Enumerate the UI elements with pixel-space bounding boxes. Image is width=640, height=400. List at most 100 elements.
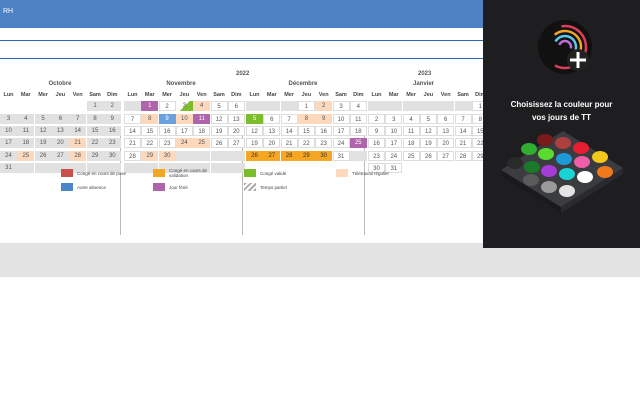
calendar-day[interactable]: 9 <box>368 126 385 136</box>
calendar-day[interactable]: 13 <box>437 126 455 136</box>
calendar-day[interactable]: 24 <box>175 138 193 148</box>
calendar-day[interactable]: 17 <box>385 138 403 148</box>
calendar-day[interactable]: 6 <box>263 114 281 124</box>
calendar-day[interactable]: 9 <box>158 114 176 124</box>
calendar-day[interactable]: 28 <box>124 151 141 161</box>
calendar-day[interactable]: 9 <box>315 114 333 124</box>
calendar-day[interactable]: 20 <box>437 138 455 148</box>
calendar-day[interactable]: 3 <box>175 101 193 111</box>
calendar-day[interactable]: 17 <box>0 138 17 148</box>
calendar-day[interactable]: 19 <box>419 138 437 148</box>
calendar-day[interactable]: 5 <box>34 114 52 124</box>
calendar-day[interactable]: 26 <box>419 151 437 161</box>
calendar-day[interactable]: 13 <box>263 126 281 136</box>
calendar-day[interactable]: 2 <box>315 101 333 111</box>
calendar-day[interactable]: 12 <box>246 126 263 136</box>
calendar-day[interactable]: 19 <box>34 138 52 148</box>
calendar-day[interactable]: 16 <box>158 126 176 136</box>
calendar-day[interactable]: 30 <box>315 151 333 161</box>
calendar-day[interactable]: 25 <box>17 151 35 161</box>
calendar-day[interactable]: 14 <box>124 126 141 136</box>
calendar-day[interactable]: 12 <box>34 126 52 136</box>
calendar-day[interactable]: 5 <box>210 101 228 111</box>
calendar-day[interactable]: 6 <box>437 114 455 124</box>
calendar-day[interactable]: 4 <box>402 114 420 124</box>
calendar-day[interactable]: 6 <box>227 101 245 111</box>
calendar-day[interactable]: 20 <box>51 138 69 148</box>
calendar-day[interactable]: 30 <box>103 151 121 161</box>
calendar-day[interactable]: 24 <box>385 151 403 161</box>
calendar-day[interactable]: 5 <box>246 114 263 124</box>
calendar-day[interactable]: 26 <box>210 138 228 148</box>
calendar-day[interactable]: 14 <box>454 126 472 136</box>
calendar-day[interactable]: 1 <box>86 101 104 111</box>
calendar-day[interactable]: 4 <box>193 101 211 111</box>
calendar-day[interactable]: 26 <box>34 151 52 161</box>
calendar-day[interactable]: 3 <box>385 114 403 124</box>
calendar-day[interactable]: 17 <box>175 126 193 136</box>
calendar-day[interactable]: 15 <box>86 126 104 136</box>
calendar-day[interactable]: 21 <box>454 138 472 148</box>
calendar-day[interactable]: 21 <box>69 138 87 148</box>
calendar-day[interactable]: 9 <box>103 114 121 124</box>
calendar-day[interactable]: 10 <box>332 114 350 124</box>
calendar-day[interactable]: 24 <box>332 138 350 148</box>
search-input[interactable] <box>0 40 483 59</box>
calendar-day[interactable]: 25 <box>402 151 420 161</box>
calendar-day[interactable]: 27 <box>437 151 455 161</box>
calendar-day[interactable]: 19 <box>210 126 228 136</box>
calendar-day[interactable]: 27 <box>227 138 245 148</box>
calendar-day[interactable]: 28 <box>454 151 472 161</box>
calendar-day[interactable]: 13 <box>227 114 245 124</box>
calendar-day[interactable]: 18 <box>349 126 367 136</box>
calendar-day[interactable]: 2 <box>103 101 121 111</box>
calendar-day[interactable]: 8 <box>141 114 159 124</box>
calendar-day[interactable]: 28 <box>280 151 298 161</box>
calendar-day[interactable]: 20 <box>227 126 245 136</box>
calendar-day[interactable]: 10 <box>385 126 403 136</box>
calendar-day[interactable]: 20 <box>263 138 281 148</box>
calendar-day[interactable]: 14 <box>69 126 87 136</box>
calendar-day[interactable]: 2 <box>368 114 385 124</box>
calendar-day[interactable]: 18 <box>17 138 35 148</box>
calendar-day[interactable]: 6 <box>51 114 69 124</box>
calendar-day[interactable]: 11 <box>193 114 211 124</box>
calendar-day[interactable]: 15 <box>141 126 159 136</box>
calendar-day[interactable]: 27 <box>51 151 69 161</box>
calendar-day[interactable]: 10 <box>0 126 17 136</box>
calendar-day[interactable]: 26 <box>246 151 263 161</box>
calendar-day[interactable]: 4 <box>349 101 367 111</box>
calendar-day[interactable]: 29 <box>86 151 104 161</box>
calendar-day[interactable]: 7 <box>124 114 141 124</box>
calendar-day[interactable]: 19 <box>246 138 263 148</box>
calendar-day[interactable]: 1 <box>297 101 315 111</box>
calendar-day[interactable]: 10 <box>175 114 193 124</box>
calendar-day[interactable]: 8 <box>86 114 104 124</box>
calendar-day[interactable]: 17 <box>332 126 350 136</box>
calendar-day[interactable]: 27 <box>263 151 281 161</box>
calendar-day[interactable]: 8 <box>297 114 315 124</box>
calendar-day[interactable]: 21 <box>280 138 298 148</box>
calendar-day[interactable]: 25 <box>349 138 367 148</box>
calendar-day[interactable]: 24 <box>0 151 17 161</box>
calendar-day[interactable]: 16 <box>103 126 121 136</box>
calendar-day[interactable]: 22 <box>297 138 315 148</box>
calendar-day[interactable]: 14 <box>280 126 298 136</box>
calendar-day[interactable]: 13 <box>51 126 69 136</box>
calendar-day[interactable]: 7 <box>280 114 298 124</box>
calendar-day[interactable]: 23 <box>315 138 333 148</box>
calendar-day[interactable]: 18 <box>402 138 420 148</box>
calendar-day[interactable]: 15 <box>297 126 315 136</box>
calendar-day[interactable]: 29 <box>297 151 315 161</box>
calendar-day[interactable]: 11 <box>402 126 420 136</box>
calendar-day[interactable]: 7 <box>69 114 87 124</box>
calendar-day[interactable]: 22 <box>86 138 104 148</box>
calendar-day[interactable]: 16 <box>315 126 333 136</box>
calendar-day[interactable]: 11 <box>349 114 367 124</box>
calendar-day[interactable]: 31 <box>0 163 17 173</box>
calendar-day[interactable]: 3 <box>0 114 17 124</box>
calendar-day[interactable]: 18 <box>193 126 211 136</box>
calendar-day[interactable]: 12 <box>210 114 228 124</box>
calendar-day[interactable]: 29 <box>141 151 159 161</box>
calendar-day[interactable]: 31 <box>332 151 350 161</box>
